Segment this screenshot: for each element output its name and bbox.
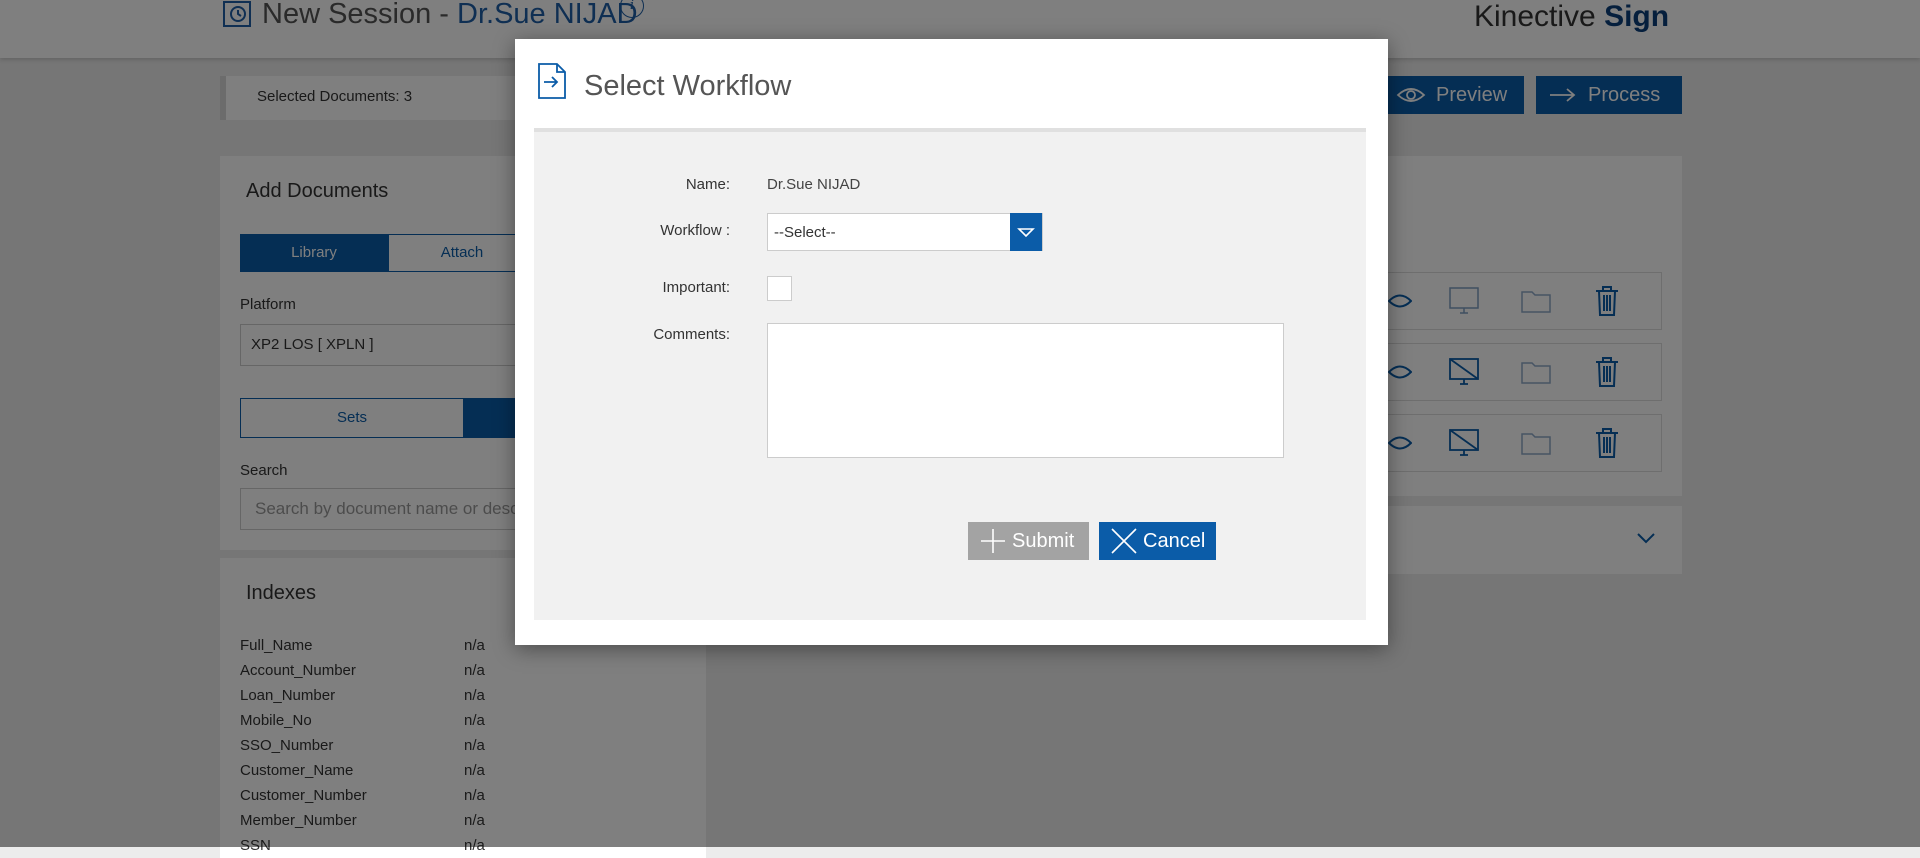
name-value: Dr.Sue NIJAD — [767, 176, 861, 193]
submit-button[interactable]: Submit — [968, 522, 1089, 560]
dialog-title: Select Workflow — [584, 70, 792, 102]
cancel-label: Cancel — [1143, 529, 1206, 552]
workflow-selected-value: --Select-- — [774, 224, 836, 241]
name-label: Name: — [685, 176, 730, 193]
submit-label: Submit — [1012, 529, 1075, 552]
plus-icon — [981, 529, 1005, 553]
workflow-dropdown-button[interactable] — [1010, 213, 1042, 251]
comments-label: Comments: — [653, 326, 730, 343]
close-icon — [1111, 528, 1137, 554]
caret-down-icon — [1017, 228, 1035, 238]
important-checkbox[interactable] — [767, 276, 792, 301]
workflow-label: Workflow : — [660, 222, 730, 239]
document-arrow-icon — [538, 63, 566, 99]
important-label: Important: — [662, 279, 730, 296]
comments-textarea[interactable] — [767, 323, 1284, 458]
cancel-button[interactable]: Cancel — [1099, 522, 1216, 560]
